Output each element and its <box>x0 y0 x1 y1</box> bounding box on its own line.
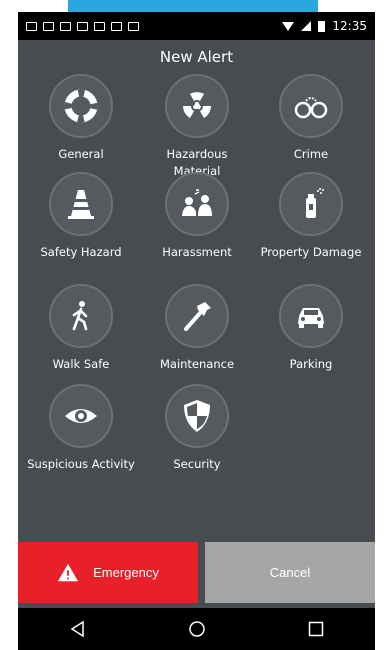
recents-icon[interactable] <box>307 620 325 638</box>
status-time: 12:35 <box>332 19 367 33</box>
tile-label: Suspicious Activity <box>27 457 135 471</box>
car-icon <box>298 308 324 328</box>
notification-icon <box>111 21 122 31</box>
alert-tile-harassment[interactable]: Harassment <box>142 172 252 261</box>
phone-screen: 12:35 New Alert General Hazardous Materi… <box>18 12 375 650</box>
cancel-label: Cancel <box>269 565 311 580</box>
notification-icon <box>128 21 139 31</box>
tile-label: Crime <box>293 147 329 161</box>
harassment-icon <box>182 189 212 216</box>
traffic-cone-icon <box>68 190 94 219</box>
hammer-icon <box>184 302 211 331</box>
notification-icon <box>60 21 71 31</box>
cancel-button[interactable]: Cancel <box>205 542 375 603</box>
walking-person-icon <box>72 301 88 331</box>
page-title: New Alert <box>159 48 234 66</box>
notification-icon <box>77 21 88 31</box>
alert-tile-suspicious-activity[interactable]: Suspicious Activity <box>26 384 136 473</box>
radiation-icon <box>183 92 211 118</box>
tile-label: Property Damage <box>260 245 362 259</box>
notification-icon <box>43 21 54 31</box>
tile-label: Maintenance <box>159 357 235 371</box>
handcuffs-icon <box>294 97 328 119</box>
eye-icon <box>65 409 97 423</box>
notification-icon <box>26 21 37 31</box>
back-icon[interactable] <box>69 620 87 638</box>
alert-tile-property-damage[interactable]: Property Damage <box>256 172 366 261</box>
emergency-button[interactable]: Emergency <box>18 542 198 603</box>
alert-tile-walk-safe[interactable]: Walk Safe <box>26 284 136 373</box>
alert-tile-parking[interactable]: Parking <box>256 284 366 373</box>
notification-icons <box>26 21 139 31</box>
tile-label: Parking <box>289 357 333 371</box>
alert-tile-hazardous-material[interactable]: Hazardous Material <box>142 74 252 180</box>
tile-label: Harassment <box>162 245 232 259</box>
battery-icon <box>318 20 326 32</box>
emergency-label: Emergency <box>93 565 159 580</box>
navigation-bar <box>18 608 375 650</box>
status-bar: 12:35 <box>18 12 375 40</box>
notification-icon <box>94 21 105 31</box>
shield-icon <box>184 400 210 432</box>
alert-tile-safety-hazard[interactable]: Safety Hazard <box>26 172 136 261</box>
alert-tile-general[interactable]: General <box>26 74 136 163</box>
alert-tile-crime[interactable]: Crime <box>256 74 366 163</box>
alert-tile-maintenance[interactable]: Maintenance <box>142 284 252 373</box>
home-icon[interactable] <box>188 620 206 638</box>
action-bar: Emergency Cancel <box>18 542 375 605</box>
warning-icon <box>58 563 79 581</box>
tile-label: Safety Hazard <box>40 245 122 259</box>
alert-tile-security[interactable]: Security <box>142 384 252 473</box>
tile-label: Security <box>173 457 221 471</box>
tile-label: Walk Safe <box>52 357 110 371</box>
top-accent-bar <box>68 0 318 12</box>
spray-can-icon <box>306 188 324 218</box>
wifi-icon <box>282 21 295 31</box>
tile-label: General <box>58 147 104 161</box>
lifebuoy-icon <box>64 89 98 123</box>
signal-icon <box>301 21 312 31</box>
